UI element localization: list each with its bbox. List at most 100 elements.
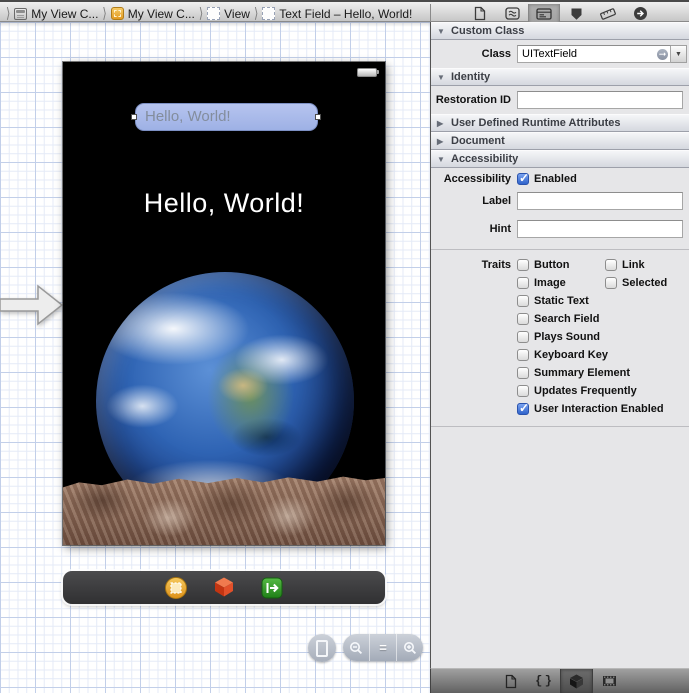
quick-help-icon	[505, 7, 520, 20]
connections-arrow-icon	[633, 6, 648, 21]
tab-size-inspector[interactable]	[592, 4, 624, 23]
breadcrumb-item-view[interactable]: View	[207, 7, 250, 21]
dock-exit-icon[interactable]	[260, 576, 284, 600]
restoration-id-input[interactable]	[517, 91, 683, 109]
jump-arrow-icon[interactable]: ➞	[657, 49, 668, 60]
media-film-icon	[602, 675, 617, 687]
traits-label: Traits	[431, 259, 511, 271]
selection-handle-right[interactable]	[315, 114, 321, 120]
initial-scene-arrow-icon[interactable]	[0, 283, 64, 327]
accessibility-hint-input[interactable]	[517, 220, 683, 238]
zoom-fit-button[interactable]: =	[369, 634, 396, 661]
trait-static-text: Static Text	[517, 295, 589, 307]
class-input[interactable]	[517, 45, 671, 63]
class-row: Class ➞ ▼	[431, 40, 689, 68]
breadcrumb-chevron-icon: ⟩	[6, 5, 10, 22]
zoom-controls: =	[343, 634, 423, 661]
tab-attributes-inspector[interactable]	[560, 4, 592, 23]
class-combo: ➞ ▼	[517, 45, 687, 63]
canvas-text-field[interactable]: Hello, World!	[135, 103, 318, 131]
disclosure-triangle-icon[interactable]: ▼	[437, 27, 446, 36]
trait-button-checkbox[interactable]	[517, 259, 529, 271]
tab-connections-inspector[interactable]	[624, 4, 656, 23]
portrait-device-icon	[316, 640, 328, 657]
tab-object-library[interactable]	[560, 669, 593, 693]
selection-handle-left[interactable]	[131, 114, 137, 120]
inspector-tab-bar	[430, 4, 689, 23]
identity-inspector-panel: ▼ Custom Class Class ➞ ▼ ▼ Identity Rest…	[430, 22, 689, 668]
trait-updates-frequently-checkbox[interactable]	[517, 385, 529, 397]
trait-image-checkbox[interactable]	[517, 277, 529, 289]
dock-first-responder-icon[interactable]	[212, 576, 236, 600]
trait-summary-element-checkbox[interactable]	[517, 367, 529, 379]
trait-button: Button	[517, 259, 605, 271]
storyboard-canvas[interactable]: Hello, World! Hello, World!	[0, 22, 430, 693]
section-title: Accessibility	[451, 153, 518, 165]
identity-card-icon	[536, 8, 552, 20]
accessibility-enabled-row: Accessibility Enabled	[431, 168, 689, 187]
divider	[431, 426, 689, 427]
accessibility-label: Accessibility	[431, 173, 511, 185]
file-template-icon	[505, 674, 517, 689]
trait-plays-sound: Plays Sound	[517, 331, 600, 343]
canvas-hello-label[interactable]: Hello, World!	[63, 188, 385, 219]
library-bar: { }	[430, 668, 689, 693]
zoom-fit-glyph: =	[379, 640, 387, 655]
trait-static-text-checkbox[interactable]	[517, 295, 529, 307]
moon-surface-image	[63, 473, 385, 545]
label-label: Label	[431, 195, 511, 207]
disclosure-triangle-icon[interactable]: ▼	[437, 155, 446, 164]
trait-link-checkbox[interactable]	[605, 259, 617, 271]
breadcrumb-label: My View C...	[128, 7, 195, 21]
tab-file-template-library[interactable]	[494, 669, 527, 693]
breadcrumb-chevron-icon: ⟩	[254, 5, 258, 22]
scene-dock	[63, 571, 385, 604]
section-document[interactable]: ▶ Document	[431, 132, 689, 150]
zoom-out-button[interactable]	[343, 634, 369, 661]
section-udra[interactable]: ▶ User Defined Runtime Attributes	[431, 114, 689, 132]
view-controller-icon	[14, 8, 27, 20]
accessibility-label-row: Label	[431, 187, 689, 215]
accessibility-label-input[interactable]	[517, 192, 683, 210]
object-cube-icon	[568, 673, 585, 690]
tab-file-inspector[interactable]	[464, 4, 496, 23]
trait-selected-checkbox[interactable]	[605, 277, 617, 289]
disclosure-triangle-icon[interactable]: ▶	[437, 137, 446, 146]
device-view[interactable]: Hello, World! Hello, World!	[63, 62, 385, 545]
hint-label: Hint	[431, 223, 511, 235]
breadcrumb-item-view-controller[interactable]: My View C...	[14, 7, 98, 21]
disclosure-triangle-icon[interactable]: ▼	[437, 73, 446, 82]
zoom-in-button[interactable]	[396, 634, 423, 661]
section-custom-class[interactable]: ▼ Custom Class	[431, 22, 689, 40]
trait-search-field-checkbox[interactable]	[517, 313, 529, 325]
zoom-in-icon	[403, 641, 417, 655]
trait-plays-sound-checkbox[interactable]	[517, 331, 529, 343]
breadcrumb-label: Text Field – Hello, World!	[279, 7, 412, 21]
tab-media-library[interactable]	[593, 669, 626, 693]
view-icon	[207, 7, 220, 20]
attributes-badge-icon	[569, 7, 584, 21]
trait-updates-frequently: Updates Frequently	[517, 385, 637, 397]
section-identity[interactable]: ▼ Identity	[431, 68, 689, 86]
trait-keyboard-key-checkbox[interactable]	[517, 349, 529, 361]
section-accessibility[interactable]: ▼ Accessibility	[431, 150, 689, 168]
enabled-checkbox[interactable]	[517, 173, 529, 185]
dock-view-controller-icon[interactable]	[164, 576, 188, 600]
orientation-toggle-button[interactable]	[308, 634, 336, 662]
tab-quick-help-inspector[interactable]	[496, 4, 528, 23]
trait-selected: Selected	[605, 277, 667, 289]
file-owner-icon	[111, 7, 124, 20]
ruler-icon	[600, 7, 616, 21]
breadcrumb-chevron-icon: ⟩	[199, 5, 203, 22]
tab-identity-inspector[interactable]	[528, 4, 560, 23]
trait-user-interaction-enabled: User Interaction Enabled	[517, 403, 664, 415]
disclosure-triangle-icon[interactable]: ▶	[437, 119, 446, 128]
trait-user-interaction-checkbox[interactable]	[517, 403, 529, 415]
breadcrumb-item-text-field[interactable]: Text Field – Hello, World!	[262, 7, 412, 21]
breadcrumb-item-owner[interactable]: My View C...	[111, 7, 195, 21]
traits-block: Traits Button Link Image Selec	[431, 250, 689, 426]
trait-search-field: Search Field	[517, 313, 599, 325]
class-dropdown-button[interactable]: ▼	[671, 45, 687, 63]
tab-code-snippet-library[interactable]: { }	[527, 669, 560, 693]
enabled-label: Enabled	[534, 173, 577, 185]
